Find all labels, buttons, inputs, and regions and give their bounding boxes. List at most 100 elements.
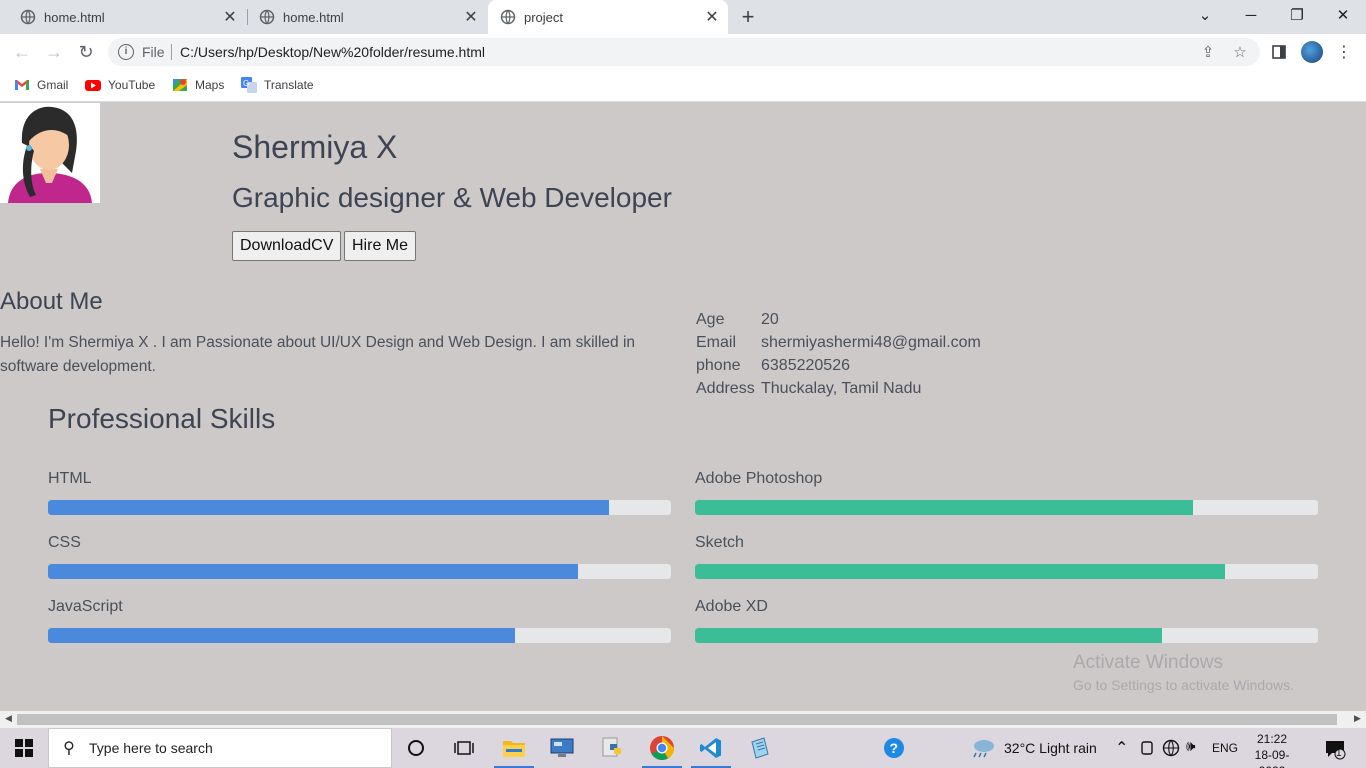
notepad-app[interactable] xyxy=(736,728,784,768)
tray-chevron-up-icon[interactable]: ⌃ xyxy=(1115,738,1128,758)
cortana-circle-icon xyxy=(408,740,424,756)
python-app[interactable] xyxy=(588,728,636,768)
about-text: Hello! I'm Shermiya X . I am Passionate … xyxy=(0,334,636,375)
info-value: shermiyashermi48@gmail.com xyxy=(761,334,981,351)
tab-label: project xyxy=(524,9,564,25)
weather-rain-cloud-icon[interactable] xyxy=(970,737,996,759)
notepad-icon xyxy=(751,737,769,759)
profile-photo xyxy=(0,103,100,203)
skill-name: Adobe Photoshop xyxy=(695,470,823,487)
info-row: Age 20 xyxy=(696,311,981,334)
notification-center-icon[interactable] xyxy=(1324,738,1346,760)
globe-icon xyxy=(259,9,275,25)
info-value: 6385220526 xyxy=(761,357,850,374)
restore-button[interactable]: ❐ xyxy=(1274,0,1320,30)
profile-avatar[interactable] xyxy=(1301,41,1323,63)
svg-text:?: ? xyxy=(890,740,899,756)
skill-adobe-xd: Adobe XD xyxy=(695,598,1318,643)
skill-html: HTML xyxy=(48,470,671,515)
forward-button[interactable]: → xyxy=(42,40,66,64)
bookmark-label: YouTube xyxy=(108,78,156,92)
skill-name: JavaScript xyxy=(48,598,123,615)
back-button[interactable]: ← xyxy=(10,40,34,64)
bookmark-youtube[interactable]: YouTube xyxy=(85,77,155,93)
hire-me-button[interactable]: Hire Me xyxy=(344,231,417,261)
url-text[interactable]: C:/Users/hp/Desktop/New%20folder/resume.… xyxy=(180,44,485,60)
address-bar[interactable]: i File C:/Users/hp/Desktop/New%20folder/… xyxy=(108,38,1260,66)
info-icon[interactable]: i xyxy=(118,44,134,60)
omnibox-separator xyxy=(171,44,172,60)
share-icon[interactable]: ⇪ xyxy=(1199,43,1217,61)
reload-button[interactable]: ↻ xyxy=(74,40,98,64)
bookmark-label: Maps xyxy=(195,78,225,92)
info-value: Thuckalay, Tamil Nadu xyxy=(761,380,922,397)
vscode-app[interactable] xyxy=(687,728,735,768)
close-window-button[interactable]: ✕ xyxy=(1320,0,1366,30)
chrome-icon xyxy=(650,736,674,761)
clock-date: 18-09-2022 xyxy=(1254,748,1290,768)
minimize-button[interactable]: ─ xyxy=(1228,0,1274,30)
info-row: Address Thuckalay, Tamil Nadu xyxy=(696,380,981,403)
volume-icon[interactable]: 🕪 xyxy=(1186,738,1195,755)
bookmark-label: Translate xyxy=(264,78,314,92)
activate-windows-title: Activate Windows xyxy=(1073,652,1223,673)
bookmark-star-icon[interactable]: ☆ xyxy=(1231,43,1249,61)
scrollbar-thumb[interactable] xyxy=(17,714,1337,725)
scroll-right-icon[interactable]: ▶ xyxy=(1354,713,1361,724)
windows-logo-icon xyxy=(15,739,33,757)
skill-name: CSS xyxy=(48,534,81,551)
task-view-button[interactable] xyxy=(440,728,488,768)
start-button[interactable] xyxy=(0,728,48,768)
help-app[interactable]: ? xyxy=(870,728,918,768)
info-key: Age xyxy=(696,311,725,328)
help-icon: ? xyxy=(884,738,904,758)
globe-icon xyxy=(500,9,516,25)
info-value: 20 xyxy=(761,311,779,328)
task-view-icon xyxy=(454,741,474,755)
bookmark-label: Gmail xyxy=(37,78,69,92)
chrome-app[interactable] xyxy=(638,728,686,768)
tab-search-chevron-icon[interactable]: ⌄ xyxy=(1182,0,1228,30)
skill-name: Sketch xyxy=(695,534,744,551)
personal-info: Age 20 Email shermiyashermi48@gmail.com … xyxy=(696,311,981,403)
taskbar-search[interactable]: ⚲ Type here to search xyxy=(48,728,392,768)
clock[interactable]: 21:22 18-09-2022 xyxy=(1244,731,1300,768)
bookmark-maps[interactable]: Maps xyxy=(172,77,224,93)
new-tab-button[interactable]: + xyxy=(736,4,760,29)
cortana-button[interactable] xyxy=(392,728,440,768)
tab-home-1[interactable]: home.html ✕ xyxy=(0,0,246,34)
windows-taskbar: ⚲ Type here to search ? 32°C Light rain … xyxy=(0,728,1366,768)
close-tab-icon[interactable]: ✕ xyxy=(220,7,240,27)
side-panel-icon[interactable] xyxy=(1269,42,1289,62)
bookmark-translate[interactable]: G Translate xyxy=(241,77,314,93)
tab-label: home.html xyxy=(44,9,105,25)
control-panel-app[interactable] xyxy=(538,728,586,768)
person-role: Graphic designer & Web Developer xyxy=(232,182,672,213)
skill-bar-fill xyxy=(695,500,1194,515)
scroll-left-icon[interactable]: ◀ xyxy=(5,713,12,724)
network-globe-icon[interactable] xyxy=(1162,739,1180,757)
weather-text[interactable]: 32°C Light rain xyxy=(1004,740,1097,756)
close-tab-icon[interactable]: ✕ xyxy=(702,7,722,27)
file-explorer-app[interactable] xyxy=(490,728,538,768)
language-indicator[interactable]: ENG xyxy=(1212,741,1238,755)
notification-badge: 1 xyxy=(1336,748,1342,759)
activate-windows-subtitle: Go to Settings to activate Windows. xyxy=(1073,677,1294,693)
bookmark-gmail[interactable]: Gmail xyxy=(14,77,68,93)
close-tab-icon[interactable]: ✕ xyxy=(461,7,481,27)
info-key: phone xyxy=(696,357,741,374)
tab-label: home.html xyxy=(283,9,344,25)
skill-name: Adobe XD xyxy=(695,598,768,615)
skill-bar xyxy=(48,628,671,643)
download-cv-button[interactable]: DownloadCV xyxy=(232,231,342,261)
python-file-icon xyxy=(602,737,621,757)
skill-bar-fill xyxy=(48,628,516,643)
meet-now-icon[interactable] xyxy=(1140,740,1154,756)
tab-home-2[interactable]: home.html ✕ xyxy=(239,0,487,34)
skill-css: CSS xyxy=(48,534,671,579)
tab-project[interactable]: project ✕ xyxy=(488,0,728,34)
skills-heading: Professional Skills xyxy=(48,403,276,434)
tab-strip: home.html ✕ home.html ✕ project ✕ + ⌄ ─ … xyxy=(0,0,1366,34)
horizontal-scrollbar[interactable]: ◀ ▶ xyxy=(0,711,1366,728)
menu-kebab-icon[interactable]: ⋮ xyxy=(1334,42,1354,62)
